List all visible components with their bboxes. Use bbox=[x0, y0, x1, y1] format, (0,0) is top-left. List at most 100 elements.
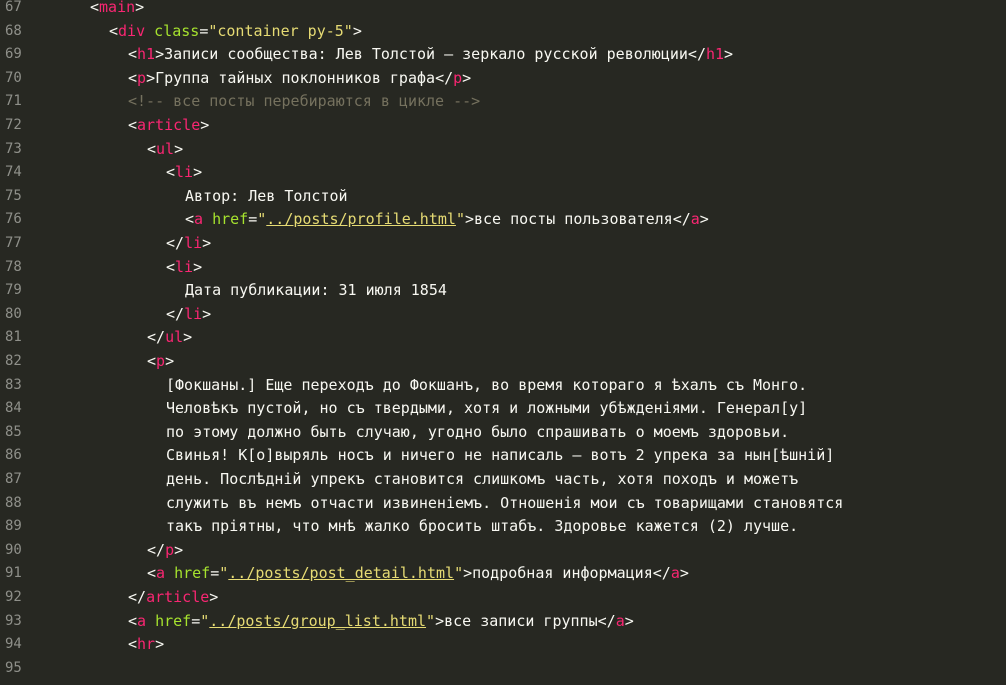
code-line[interactable]: <a href="../posts/post_detail.html">подр… bbox=[44, 562, 1006, 586]
token-punc: > bbox=[464, 210, 474, 229]
line-number: 88 bbox=[5, 494, 22, 511]
token-tag: hr bbox=[137, 635, 156, 654]
line-number: 82 bbox=[5, 353, 22, 369]
token-attr: href bbox=[174, 564, 211, 583]
token-punc: </ bbox=[147, 540, 166, 559]
code-line[interactable]: <div class="container py-5"> bbox=[44, 20, 1006, 44]
line-number: 69 bbox=[5, 46, 22, 63]
code-line[interactable]: Человѣкъ пустой, но съ твердыми, хотя и … bbox=[44, 397, 1006, 421]
token-punc: > bbox=[183, 328, 193, 347]
token-tag: p bbox=[165, 540, 175, 559]
code-area[interactable]: <main> <div class="container py-5"> <h1>За… bbox=[44, 0, 1006, 685]
token-tag: h1 bbox=[705, 45, 725, 64]
token-tag: a bbox=[615, 611, 625, 630]
code-line[interactable]: </li> bbox=[44, 232, 1006, 256]
token-text: по этому должно быть случаю, угодно было… bbox=[166, 422, 790, 441]
code-line[interactable]: день. Послѣдній упрекъ становится слишко… bbox=[44, 468, 1006, 492]
token-str: " bbox=[219, 564, 229, 583]
line-number: 81 bbox=[5, 329, 22, 346]
token-punc: </ bbox=[652, 564, 671, 583]
code-line[interactable]: </article> bbox=[44, 586, 1006, 610]
line-number: 93 bbox=[5, 612, 22, 629]
token-punc: < bbox=[128, 611, 138, 630]
token-punc: < bbox=[147, 564, 157, 583]
token-tag: article bbox=[137, 116, 201, 134]
line-number: 72 bbox=[5, 117, 22, 133]
token-text: [Фокшаны.] Еще переходъ до Фокшанъ, во в… bbox=[166, 375, 808, 394]
line-number: 89 bbox=[5, 518, 22, 535]
code-line[interactable]: <a href="../posts/group_list.html">все з… bbox=[44, 610, 1006, 634]
code-line[interactable]: <ul> bbox=[44, 138, 1006, 162]
token-tag: article bbox=[146, 588, 210, 606]
token-link: ../posts/group_list.html bbox=[209, 611, 427, 630]
token-punc: > bbox=[174, 540, 184, 559]
token-tag: a bbox=[156, 564, 166, 583]
code-line[interactable]: [Фокшаны.] Еще переходъ до Фокшанъ, во в… bbox=[44, 374, 1006, 398]
token-text: все посты пользователя bbox=[474, 210, 673, 229]
code-line[interactable]: <main> bbox=[44, 0, 1006, 20]
token-punc: < bbox=[109, 21, 119, 40]
token-punc: < bbox=[128, 116, 138, 134]
code-line[interactable]: <p> bbox=[44, 350, 1006, 374]
token-text: все записи группы bbox=[444, 611, 598, 630]
code-line[interactable]: <li> bbox=[44, 161, 1006, 185]
token-link: ../posts/post_detail.html bbox=[228, 564, 455, 583]
token-cmt: <!-- все посты перебираются в цикле --> bbox=[128, 92, 481, 111]
code-line[interactable]: Дата публикации: 31 июля 1854 bbox=[44, 279, 1006, 303]
line-number: 70 bbox=[5, 69, 22, 86]
line-number: 80 bbox=[5, 305, 22, 322]
code-line[interactable]: Автор: Лев Толстой bbox=[44, 185, 1006, 209]
token-punc: < bbox=[185, 210, 195, 229]
code-line[interactable]: </li> bbox=[44, 303, 1006, 327]
code-line[interactable]: <article> bbox=[44, 114, 1006, 138]
line-number: 85 bbox=[5, 423, 22, 440]
token-punc: > bbox=[174, 139, 184, 158]
code-line[interactable]: </ul> bbox=[44, 326, 1006, 350]
token-tag: a bbox=[194, 210, 204, 229]
code-editor[interactable]: 67 68 69 70 71 72 73 74 75 76 77 78 79 80 81 82 83 84 85 86… bbox=[0, 0, 1006, 685]
token-str: "container py-5" bbox=[208, 21, 353, 40]
token-text: Записи сообщества: Лев Толстой – зеркало… bbox=[164, 45, 688, 64]
line-number: 83 bbox=[5, 376, 22, 393]
token-punc: > bbox=[699, 210, 709, 229]
token-str: " bbox=[426, 611, 436, 630]
code-line[interactable]: такъ пріятны, что мнѣ жалко бросить штаб… bbox=[44, 515, 1006, 539]
token-punc: </ bbox=[672, 210, 691, 229]
code-line[interactable]: Свинья! К[о]выряль носъ и ничего не напи… bbox=[44, 444, 1006, 468]
code-line[interactable]: <p>Группа тайных поклонников графа</p> bbox=[44, 67, 1006, 91]
token-tag: p bbox=[453, 68, 463, 87]
token-text: день. Послѣдній упрекъ становится слишко… bbox=[166, 470, 799, 488]
code-line[interactable]: <h1>Записи сообщества: Лев Толстой – зер… bbox=[44, 43, 1006, 67]
code-line[interactable]: </p> bbox=[44, 539, 1006, 563]
code-line[interactable]: <!-- все посты перебираются в цикле --> bbox=[44, 90, 1006, 114]
line-number: 79 bbox=[5, 282, 22, 299]
code-line[interactable]: по этому должно быть случаю, угодно было… bbox=[44, 421, 1006, 445]
token-punc: > bbox=[200, 116, 210, 134]
token-tag: li bbox=[175, 257, 194, 276]
token-link: ../posts/profile.html bbox=[266, 210, 456, 229]
line-number: 91 bbox=[5, 565, 22, 582]
code-line[interactable]: <hr> bbox=[44, 633, 1006, 657]
line-number: 71 bbox=[5, 93, 22, 110]
token-attr: class bbox=[154, 21, 200, 40]
token-punc: < bbox=[147, 352, 157, 370]
token-punc: < bbox=[166, 163, 176, 182]
code-line[interactable]: <li> bbox=[44, 256, 1006, 280]
token-punc: > bbox=[463, 564, 473, 583]
token-punc: > bbox=[155, 635, 165, 654]
token-tag: div bbox=[118, 21, 146, 40]
token-tag: ul bbox=[156, 139, 175, 158]
token-text: служить въ немъ отчасти извиненіемъ. Отн… bbox=[166, 493, 844, 512]
code-line[interactable]: служить въ немъ отчасти извиненіемъ. Отн… bbox=[44, 492, 1006, 516]
code-line[interactable]: <a href="../posts/profile.html">все пост… bbox=[44, 208, 1006, 232]
token-punc: > bbox=[165, 352, 175, 370]
token-tag: main bbox=[99, 0, 136, 16]
line-number: 95 bbox=[5, 659, 22, 676]
token-punc: > bbox=[202, 304, 212, 323]
token-tag: li bbox=[184, 234, 203, 252]
code-line[interactable] bbox=[44, 657, 1006, 681]
token-punc: > bbox=[202, 234, 212, 252]
line-number-gutter: 67 68 69 70 71 72 73 74 75 76 77 78 79 80 81 82 83 84 85 86… bbox=[0, 0, 44, 685]
